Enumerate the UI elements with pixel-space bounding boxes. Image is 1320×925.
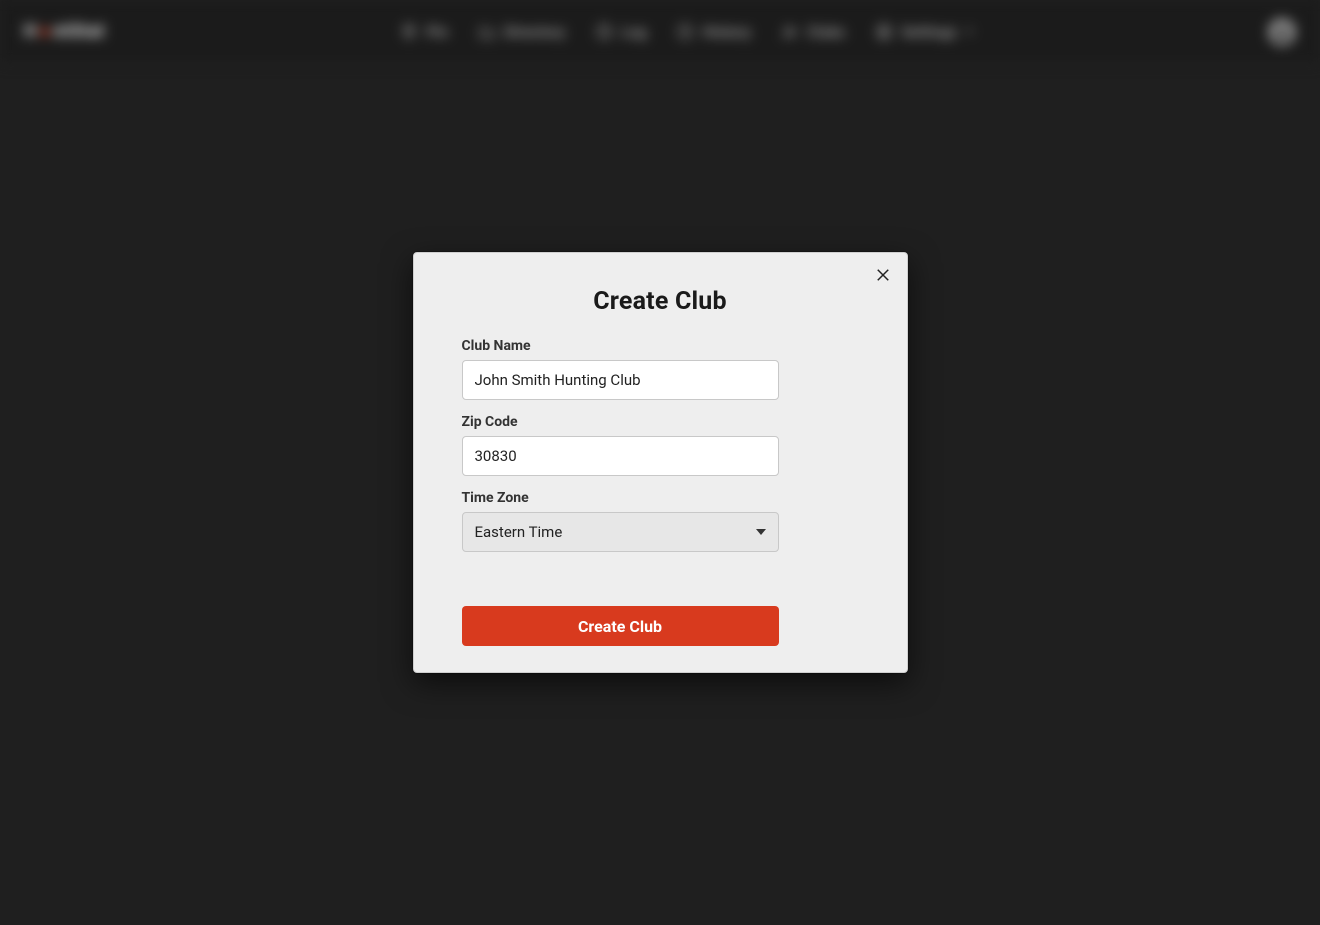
field-club-name: Club Name bbox=[462, 338, 859, 400]
zip-code-label: Zip Code bbox=[462, 414, 859, 430]
club-name-label: Club Name bbox=[462, 338, 859, 354]
field-zip-code: Zip Code bbox=[462, 414, 859, 476]
time-zone-value: Eastern Time bbox=[475, 523, 563, 541]
create-club-button[interactable]: Create Club bbox=[462, 606, 779, 646]
modal-title: Create Club bbox=[462, 287, 859, 316]
zip-code-input[interactable] bbox=[462, 436, 779, 476]
club-name-input[interactable] bbox=[462, 360, 779, 400]
close-icon bbox=[874, 266, 892, 284]
time-zone-label: Time Zone bbox=[462, 490, 859, 506]
time-zone-select[interactable]: Eastern Time bbox=[462, 512, 779, 552]
close-button[interactable] bbox=[871, 263, 895, 287]
create-club-modal: Create Club Club Name Zip Code Time Zone… bbox=[413, 252, 908, 673]
field-time-zone: Time Zone Eastern Time bbox=[462, 490, 859, 552]
modal-overlay: Create Club Club Name Zip Code Time Zone… bbox=[0, 0, 1320, 925]
caret-down-icon bbox=[756, 529, 766, 535]
